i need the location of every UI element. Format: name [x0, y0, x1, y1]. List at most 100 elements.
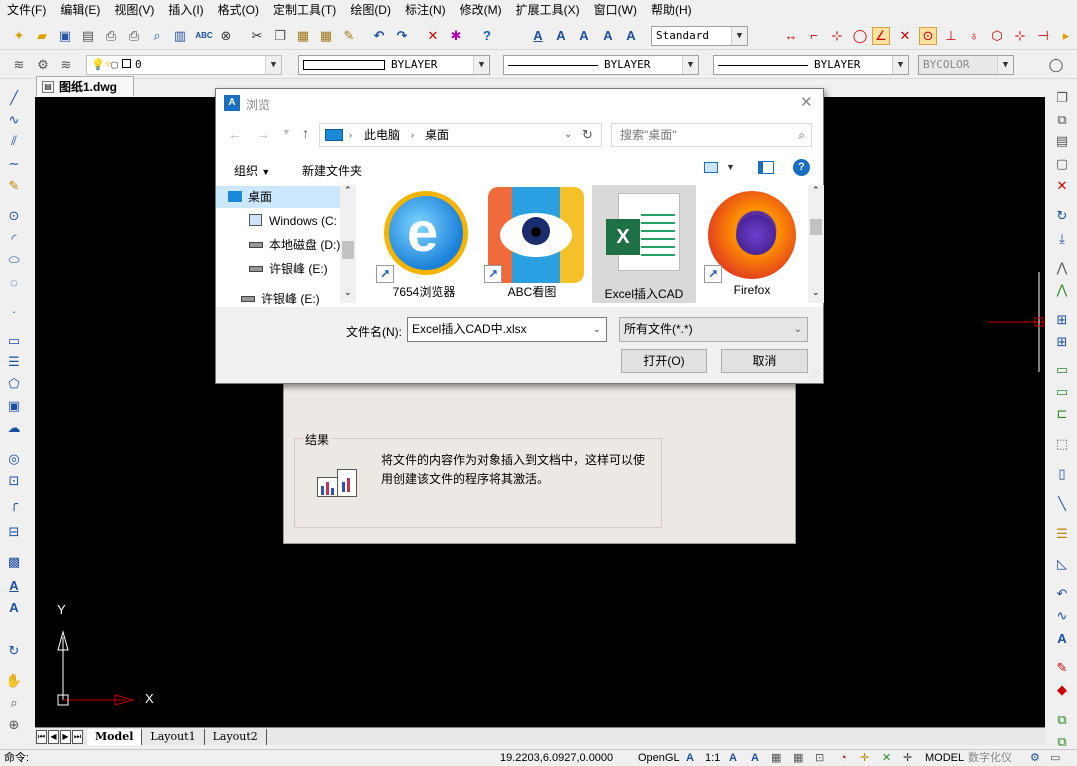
scroll-up-icon[interactable]: ⌃	[812, 185, 820, 196]
dim-style-icon[interactable]: ⊣	[1034, 27, 1052, 45]
join-icon[interactable]: ╲	[1052, 494, 1072, 514]
view-options-icon[interactable]	[704, 162, 718, 173]
forward-arrow-icon[interactable]: →	[256, 126, 270, 142]
region-icon[interactable]: ▣	[4, 396, 24, 416]
layer-select[interactable]: 💡☼▢ 0 ▼	[86, 55, 282, 75]
trim-icon[interactable]: ▭	[1052, 360, 1072, 380]
refresh-icon[interactable]: ↻	[582, 124, 593, 146]
new-folder-button[interactable]: 新建文件夹	[302, 162, 362, 179]
layer-previous-icon[interactable]: ≋	[57, 56, 75, 74]
text-style-a-icon[interactable]: A	[529, 27, 547, 45]
osnap-icon[interactable]: ✛	[860, 750, 869, 766]
new-file-icon[interactable]: ✦	[10, 27, 28, 45]
boundary-icon[interactable]: ⊡	[4, 471, 24, 491]
regen-icon[interactable]: ✱	[447, 27, 465, 45]
attribute-edit-icon[interactable]: ◆	[1052, 680, 1072, 700]
match-prop-side-icon[interactable]: ✎	[1052, 658, 1072, 678]
first-layout-icon[interactable]: ⏮	[36, 729, 47, 744]
next-layout-icon[interactable]: ▶	[60, 729, 71, 744]
breadcrumb-this-pc[interactable]: 此电脑	[364, 124, 400, 146]
up-arrow-icon[interactable]: ↑	[302, 125, 309, 141]
menu-extend-tools[interactable]: 扩展工具(X)	[509, 0, 587, 20]
revcloud-icon[interactable]: ☁	[4, 418, 24, 438]
file-tile-firefox[interactable]: ↗ Firefox	[704, 187, 800, 303]
baseline-dim-icon[interactable]: ✕	[896, 27, 914, 45]
select-icon[interactable]: ▢	[1052, 154, 1072, 174]
save-icon[interactable]: ▣	[56, 27, 74, 45]
tab-layout1[interactable]: Layout1	[142, 728, 205, 745]
cancel-button[interactable]: 取消	[721, 349, 808, 373]
redo-icon[interactable]: ↷	[393, 27, 411, 45]
digitizer-toggle[interactable]: 数字化仪	[968, 750, 1012, 766]
mtext-icon[interactable]: A	[4, 575, 24, 595]
settings-gear-icon[interactable]: ⚙	[1030, 750, 1040, 766]
menu-format[interactable]: 格式(O)	[211, 0, 266, 20]
menu-custom-tools[interactable]: 定制工具(T)	[266, 0, 343, 20]
spline-icon[interactable]: ∼	[4, 154, 24, 174]
document-tab[interactable]: ▤ 图纸1.dwg	[36, 76, 134, 96]
text-edit-side-icon[interactable]: A	[1052, 628, 1072, 648]
search-input[interactable]: 搜索"桌面" ⌕	[611, 123, 812, 147]
nav-scrollbar[interactable]: ⌃ ⌄	[340, 185, 356, 303]
tolerance-icon[interactable]: ⊥	[942, 27, 960, 45]
paste-special-icon[interactable]: ▦	[317, 27, 335, 45]
leader-icon[interactable]: ♁	[965, 27, 983, 45]
point-icon[interactable]: ·	[4, 301, 24, 321]
text-a-icon[interactable]: A	[552, 27, 570, 45]
scroll-up-icon[interactable]: ⌃	[344, 185, 352, 196]
model-space-toggle[interactable]: MODEL	[925, 750, 964, 766]
publish-icon[interactable]: ▥	[171, 27, 189, 45]
scroll-down-icon[interactable]: ⌄	[344, 287, 352, 298]
polar-icon[interactable]: ◔	[840, 750, 847, 766]
find-icon[interactable]: ⌕	[148, 27, 166, 45]
help-icon[interactable]: ?	[478, 27, 496, 45]
print-icon[interactable]: ⎙	[102, 27, 120, 45]
plot-icon[interactable]: ⎙	[125, 27, 143, 45]
pedit-icon[interactable]: ◺	[1052, 554, 1072, 574]
scroll-thumb[interactable]	[810, 219, 822, 235]
move-icon[interactable]: ⤓	[1052, 229, 1072, 249]
match-properties-icon[interactable]: ✎	[340, 27, 358, 45]
back-arrow-icon[interactable]: ←	[228, 126, 242, 142]
ellipse-icon[interactable]: ⬭	[4, 250, 24, 270]
help-icon[interactable]: ?	[793, 159, 810, 176]
sketch-icon[interactable]: ✎	[4, 176, 24, 196]
toolbar-more-icon[interactable]: ▸	[1057, 27, 1075, 45]
binoculars-icon[interactable]: ⊗	[217, 27, 235, 45]
menu-insert[interactable]: 插入(I)	[161, 0, 210, 20]
group-icon[interactable]: ⧉	[1052, 710, 1072, 730]
construction-line-icon[interactable]: ⫽	[4, 131, 24, 151]
auto-scale-icon[interactable]: A	[751, 750, 759, 766]
resize-grip-icon[interactable]: ⋰	[812, 369, 820, 378]
zoom-window-icon[interactable]: ⊕	[4, 715, 24, 735]
open-folder-icon[interactable]: ▰	[33, 27, 51, 45]
address-bar[interactable]: › 此电脑 › 桌面 ⌄ ↻	[319, 123, 602, 147]
nav-item-desktop[interactable]: 桌面	[216, 186, 340, 208]
organize-button[interactable]: 组织 ▼	[234, 162, 270, 179]
annotation-scale-icon[interactable]: A	[686, 750, 694, 766]
filetype-select[interactable]: 所有文件(*.*) ⌄	[619, 317, 808, 342]
breadcrumb-desktop[interactable]: 桌面	[425, 124, 449, 146]
file-tile-abc-viewer[interactable]: ↗ ABC看图	[484, 187, 584, 303]
color-select[interactable]: BYLAYER ▼	[298, 55, 490, 75]
text-style-select[interactable]: Standard ▼	[651, 26, 748, 46]
radius-dim-icon[interactable]: ◯	[851, 27, 869, 45]
rectangle-icon[interactable]: ▭	[4, 331, 24, 351]
menu-edit[interactable]: 编辑(E)	[53, 0, 107, 20]
array-icon[interactable]: ⋀	[1052, 280, 1072, 300]
layer-state-icon[interactable]: ⚙	[34, 56, 52, 74]
polygon-icon[interactable]: ⬠	[4, 374, 24, 394]
text-find-icon[interactable]: A	[599, 27, 617, 45]
address-chevron-icon[interactable]: ⌄	[564, 124, 572, 146]
text-icon[interactable]: A	[4, 597, 24, 617]
spline-edit-icon[interactable]: ↶	[1052, 584, 1072, 604]
scroll-thumb[interactable]	[342, 241, 354, 259]
close-icon[interactable]: ✕	[800, 93, 813, 111]
linetype-select[interactable]: BYLAYER ▼	[503, 55, 699, 75]
hatch-icon[interactable]: ▩	[4, 552, 24, 572]
file-tile-7654-browser[interactable]: e ↗ 7654浏览器	[376, 187, 472, 303]
multiline-icon[interactable]: ☰	[4, 352, 24, 372]
view-chevron-icon[interactable]: ▼	[726, 162, 735, 172]
grid-icon[interactable]: ▦	[771, 750, 781, 766]
erase-icon[interactable]: ✕	[1052, 176, 1072, 196]
